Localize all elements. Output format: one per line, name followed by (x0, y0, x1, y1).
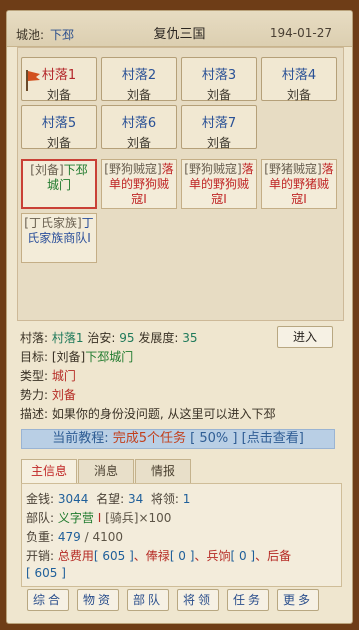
detail-desc-row: 描述: 如果你的身份没问题, 从这里可以进入下邳 (20, 405, 276, 422)
tab-messages[interactable]: 消息 (78, 459, 134, 483)
menu-tasks-button[interactable]: 任务 (227, 589, 269, 611)
stats-row-resources: 金钱: 3044 名望: 34 将领: 1 (26, 490, 190, 507)
cost-pay: [ 0 ] (230, 549, 256, 563)
village-name: 村落4 (281, 68, 317, 83)
gold-label: 金钱: (26, 492, 55, 506)
type-value: 城门 (51, 369, 76, 383)
village-7[interactable]: 村落7 刘备 (181, 105, 257, 150)
load-label: 负重: (26, 530, 55, 544)
npc-merchant-caravan[interactable]: [丁氏家族]丁氏家族商队Ⅰ (21, 213, 97, 263)
village-3[interactable]: 村落3 刘备 (181, 57, 257, 102)
village-owner: 刘备 (206, 88, 231, 102)
cost-pay-label: 、兵饷 (194, 549, 231, 563)
stats-row-cost-cont: [ 605 ] (26, 566, 66, 580)
cost-total-label: 总费用 (57, 549, 94, 563)
target-tag: [刘备] (51, 350, 86, 364)
tutorial-view-link[interactable]: [点击查看] (242, 431, 304, 446)
security-value: 95 (119, 331, 135, 345)
load-separator: / (84, 530, 89, 544)
fame-value: 34 (127, 492, 144, 506)
tab-intel[interactable]: 情报 (135, 459, 191, 483)
npc-bandit-dog-1[interactable]: [野狗贼寇]落单的野狗贼寇Ⅰ (101, 159, 177, 209)
stats-row-troop: 部队: 义字营 Ⅰ [骑兵]×100 (26, 509, 171, 526)
npc-tag: [野狗贼寇] (184, 162, 242, 176)
development-value: 35 (182, 331, 198, 345)
troop-type: [骑兵]×100 (105, 511, 172, 525)
security-label: 治安: (87, 331, 116, 345)
game-date: 194-01-27 (269, 26, 332, 40)
village-name: 村落7 (201, 116, 237, 131)
menu-troops-button[interactable]: 部队 (127, 589, 169, 611)
village-owner: 刘备 (206, 136, 231, 150)
faction-value: 刘备 (51, 388, 76, 402)
village-owner: 刘备 (46, 136, 71, 150)
village-name: 村落2 (121, 68, 157, 83)
village-2[interactable]: 村落2 刘备 (101, 57, 177, 102)
village-name: 村落3 (201, 68, 237, 83)
npc-tag: [丁氏家族] (24, 216, 82, 230)
gold-value: 3044 (57, 492, 89, 506)
load-max: 4100 (92, 530, 124, 544)
tab-main-info[interactable]: 主信息 (21, 459, 77, 483)
cost-salary-label: 、俸禄 (133, 549, 170, 563)
faction-label: 势力: (20, 388, 49, 402)
troop-name[interactable]: 义字营 (58, 511, 94, 525)
desc-label: 描述: (20, 407, 49, 421)
npc-tag: [野猪贼寇] (264, 162, 322, 176)
load-current: 479 (57, 530, 81, 544)
menu-supplies-button[interactable]: 物资 (77, 589, 119, 611)
menu-generals-button[interactable]: 将领 (177, 589, 219, 611)
cost-supply: [ 605 ] (26, 566, 66, 580)
cost-supply-label: 、后备 (255, 549, 292, 563)
village-value: 村落1 (51, 331, 84, 345)
troop-level: Ⅰ (97, 511, 102, 525)
type-label: 类型: (20, 369, 49, 383)
cost-salary: [ 0 ] (169, 549, 195, 563)
menu-more-button[interactable]: 更多 (277, 589, 319, 611)
tutorial-task: 完成5个任务 (112, 431, 187, 446)
npc-bandit-dog-2[interactable]: [野狗贼寇]落单的野狗贼寇Ⅰ (181, 159, 257, 209)
cost-total: [ 605 ] (93, 549, 134, 563)
detail-target-row: 目标: [刘备]下邳城门 (20, 348, 133, 365)
tutorial-bar[interactable]: 当前教程: 完成5个任务 [ 50% ] [点击查看] (21, 429, 335, 449)
village-6[interactable]: 村落6 刘备 (101, 105, 177, 150)
top-bar: 城池: 下邳 复仇三国 194-01-27 (7, 11, 352, 47)
village-name: 村落5 (41, 116, 77, 131)
stats-row-cost: 开销: 总费用[ 605 ]、俸禄[ 0 ]、兵饷[ 0 ]、后备 (26, 547, 291, 564)
village-owner: 刘备 (126, 136, 151, 150)
cost-label: 开销: (26, 549, 55, 563)
detail-faction-row: 势力: 刘备 (20, 386, 76, 403)
village-name: 村落6 (121, 116, 157, 131)
flag-icon (26, 70, 40, 91)
enter-button[interactable]: 进入 (277, 326, 333, 348)
menu-overview-button[interactable]: 综合 (27, 589, 69, 611)
village-5[interactable]: 村落5 刘备 (21, 105, 97, 150)
detail-village-row: 村落: 村落1 治安: 95 发展度: 35 (20, 329, 197, 346)
player-stats: 金钱: 3044 名望: 34 将领: 1 部队: 义字营 Ⅰ [骑兵]×100… (21, 483, 342, 587)
tutorial-progress: [ 50% ] (190, 431, 238, 446)
detail-type-row: 类型: 城门 (20, 367, 76, 384)
npc-city-gate[interactable]: [刘备]下邳城门 (21, 159, 97, 209)
game-frame: 城池: 下邳 复仇三国 194-01-27 村落1 刘备 村落2 刘备 村落3 刘… (6, 10, 353, 624)
village-label: 村落: (20, 331, 49, 345)
village-1[interactable]: 村落1 刘备 (21, 57, 97, 102)
general-value: 1 (182, 492, 191, 506)
troop-label: 部队: (26, 511, 55, 525)
target-value: 下邳城门 (85, 350, 134, 364)
desc-value: 如果你的身份没问题, 从这里可以进入下邳 (51, 407, 276, 421)
npc-tag: [刘备] (30, 163, 64, 177)
village-owner: 刘备 (126, 88, 151, 102)
development-label: 发展度: (138, 331, 179, 345)
target-label: 目标: (20, 350, 49, 364)
village-4[interactable]: 村落4 刘备 (261, 57, 337, 102)
stats-row-load: 负重: 479 / 4100 (26, 528, 123, 545)
fame-label: 名望: (96, 492, 125, 506)
npc-bandit-boar[interactable]: [野猪贼寇]落单的野猪贼寇Ⅰ (261, 159, 337, 209)
map-panel: 村落1 刘备 村落2 刘备 村落3 刘备 村落4 刘备 村落5 刘备 村落6 刘… (17, 47, 344, 321)
village-owner: 刘备 (286, 88, 311, 102)
npc-tag: [野狗贼寇] (104, 162, 162, 176)
tutorial-prefix: 当前教程: (52, 431, 109, 446)
general-label: 将领: (150, 492, 179, 506)
